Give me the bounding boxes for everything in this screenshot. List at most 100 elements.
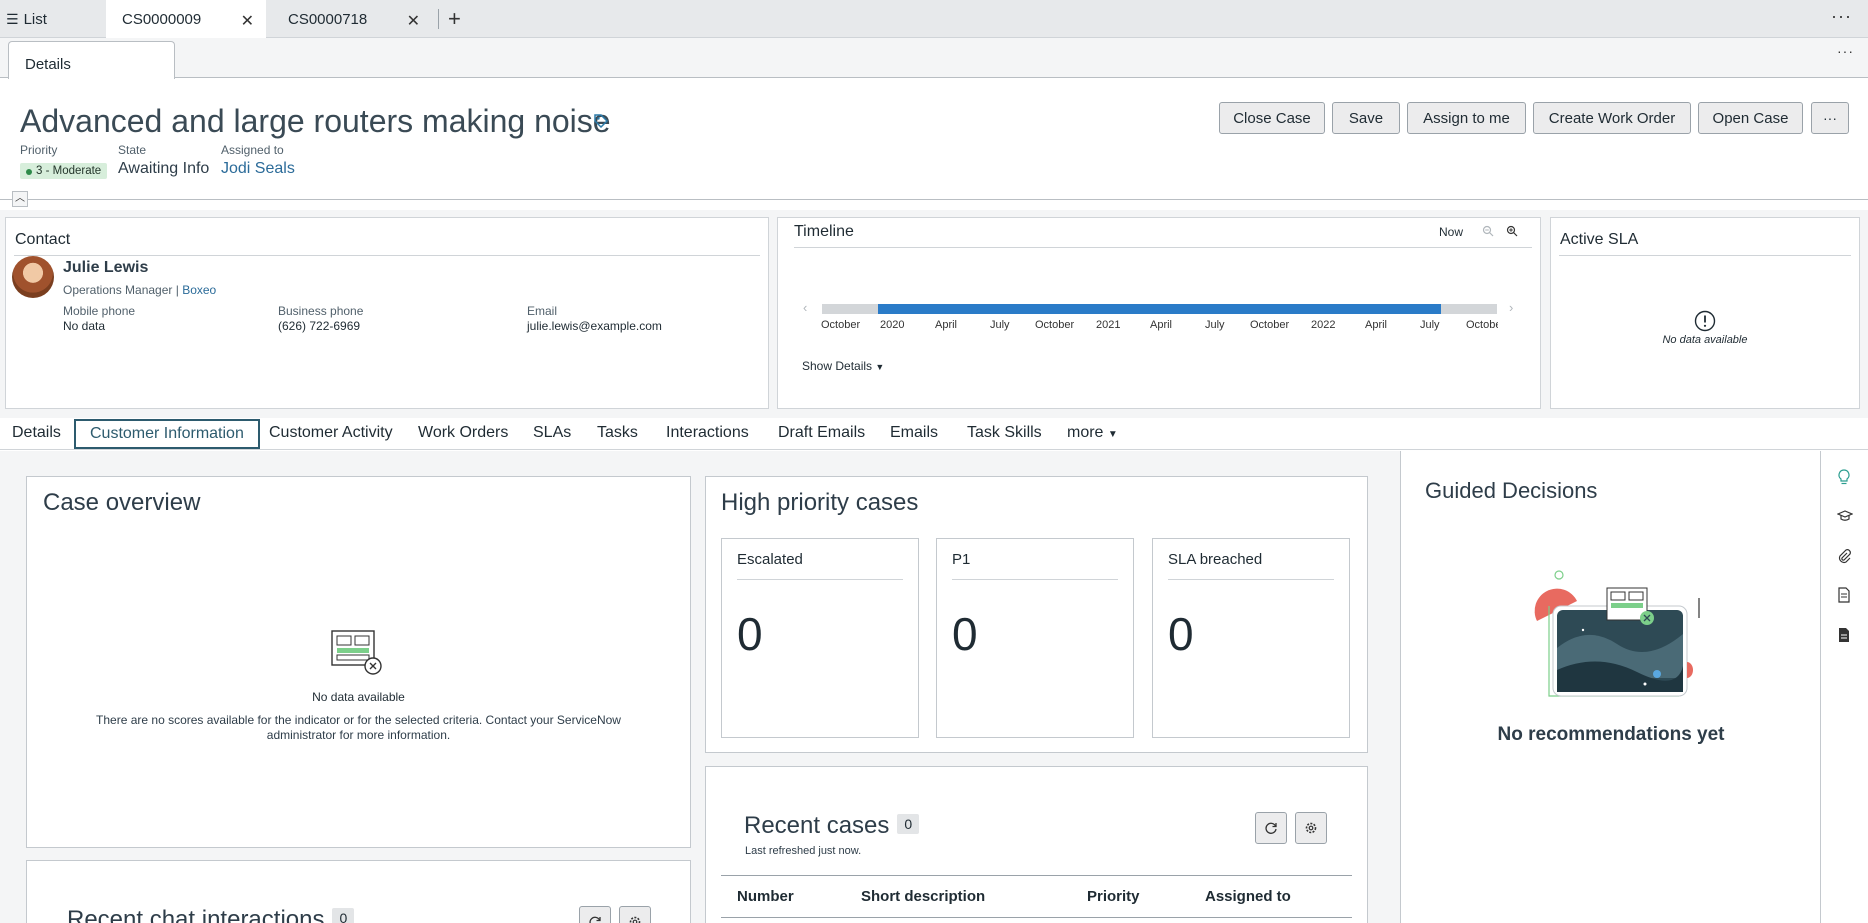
timeline-range[interactable] xyxy=(878,304,1441,314)
tab-slas[interactable]: SLAs xyxy=(533,424,571,442)
tab-emails[interactable]: Emails xyxy=(890,424,938,442)
timeline-now-button[interactable]: Now xyxy=(1439,225,1463,239)
no-recommendations-text: No recommendations yet xyxy=(1497,724,1725,745)
avatar[interactable] xyxy=(12,256,54,298)
contact-role-text: Operations Manager xyxy=(63,283,173,297)
more-options-icon[interactable]: ··· xyxy=(1837,43,1854,59)
create-work-order-button[interactable]: Create Work Order xyxy=(1533,102,1691,134)
tag-icon[interactable] xyxy=(593,113,609,129)
tab-more[interactable]: more ▼ xyxy=(1067,424,1118,442)
tab-customer-activity[interactable]: Customer Activity xyxy=(269,424,393,442)
timeline-tick: April xyxy=(1365,319,1388,331)
refresh-button[interactable] xyxy=(579,906,611,923)
document-icon[interactable] xyxy=(1837,587,1851,603)
tab-list[interactable]: ☰ List xyxy=(6,0,106,38)
table-divider xyxy=(721,917,1352,918)
timeline-tick: July xyxy=(1205,319,1225,331)
list-icon: ☰ xyxy=(6,10,19,27)
assigned-label: Assigned to xyxy=(221,143,284,157)
tab-case-1[interactable]: CS0000009 ✕ xyxy=(106,0,266,38)
state-value: Awaiting Info xyxy=(118,160,210,177)
metric-divider xyxy=(737,579,903,580)
close-case-button[interactable]: Close Case xyxy=(1219,102,1325,134)
chevron-right-icon[interactable]: › xyxy=(1509,300,1513,315)
recent-chat-title-text: Recent chat interactions xyxy=(67,906,325,923)
no-data-icon xyxy=(331,630,382,675)
timeline-tick: April xyxy=(1150,319,1173,331)
timeline-tick: 2022 xyxy=(1311,319,1336,331)
company-link[interactable]: Boxeo xyxy=(182,283,216,297)
tab-customer-information[interactable]: Customer Information xyxy=(74,419,260,449)
sub-tab-bar: Details ··· xyxy=(0,38,1868,79)
metric-escalated[interactable]: Escalated 0 xyxy=(721,538,919,738)
business-phone-label: Business phone xyxy=(278,304,364,318)
tab-list-label: List xyxy=(23,10,47,28)
guided-decisions-title: Guided Decisions xyxy=(1425,478,1598,503)
file-icon[interactable] xyxy=(1837,627,1851,643)
refresh-icon xyxy=(1265,822,1277,834)
contact-name[interactable]: Julie Lewis xyxy=(63,259,148,277)
column-header-number[interactable]: Number xyxy=(737,888,794,905)
count-badge: 0 xyxy=(332,908,355,923)
timeline-tick: October xyxy=(821,319,861,331)
chevron-left-icon[interactable]: ‹ xyxy=(803,300,807,315)
paperclip-icon[interactable] xyxy=(1837,548,1851,564)
lightbulb-icon[interactable] xyxy=(1837,469,1851,485)
save-button[interactable]: Save xyxy=(1332,102,1400,134)
tab-tasks[interactable]: Tasks xyxy=(597,424,638,442)
timeline-tick: October xyxy=(1250,319,1290,331)
gear-icon xyxy=(1305,822,1317,834)
column-header-assigned-to[interactable]: Assigned to xyxy=(1205,888,1291,905)
state-label: State xyxy=(118,143,147,157)
column-header-priority[interactable]: Priority xyxy=(1087,888,1140,905)
case-overview-title: Case overview xyxy=(43,489,201,516)
contact-role: Operations Manager | Boxeo xyxy=(63,283,217,297)
high-priority-title: High priority cases xyxy=(721,489,919,516)
timeline-tick: Octobe xyxy=(1466,319,1498,331)
refresh-button[interactable] xyxy=(1255,812,1287,844)
open-case-button[interactable]: Open Case xyxy=(1698,102,1803,134)
add-tab-icon[interactable]: + xyxy=(448,6,461,32)
settings-button[interactable] xyxy=(619,906,651,923)
settings-button[interactable] xyxy=(1295,812,1327,844)
assign-to-me-button[interactable]: Assign to me xyxy=(1407,102,1526,134)
timeline-tick: October xyxy=(1035,319,1075,331)
mobile-label: Mobile phone xyxy=(63,304,136,318)
more-actions-button[interactable]: ··· xyxy=(1811,102,1849,134)
column-header-short-description[interactable]: Short description xyxy=(861,888,985,905)
caret-down-icon: ▼ xyxy=(1107,429,1118,440)
business-phone-link[interactable]: (626) 722-6969 xyxy=(278,319,360,333)
close-icon[interactable]: ✕ xyxy=(407,11,420,31)
email-label: Email xyxy=(527,304,558,318)
metric-p1[interactable]: P1 0 xyxy=(936,538,1134,738)
timeline-tick: 2020 xyxy=(880,319,905,331)
email-link[interactable]: julie.lewis@example.com xyxy=(527,319,662,333)
no-data-text: There are no scores available for the in… xyxy=(96,713,621,742)
metric-sla-breached[interactable]: SLA breached 0 xyxy=(1152,538,1350,738)
recent-cases-title: Recent cases 0 xyxy=(744,812,920,840)
card-divider xyxy=(14,255,760,256)
metric-divider xyxy=(1168,579,1334,580)
sla-title: Active SLA xyxy=(1560,231,1639,248)
tab-draft-emails[interactable]: Draft Emails xyxy=(778,424,865,442)
collapse-icon[interactable]: ︿ xyxy=(12,191,28,207)
tab-task-skills[interactable]: Task Skills xyxy=(967,424,1042,442)
tab-details[interactable]: Details xyxy=(8,41,175,79)
tab-work-orders[interactable]: Work Orders xyxy=(418,424,508,442)
assigned-to-link[interactable]: Jodi Seals xyxy=(221,160,295,178)
tab-more-label: more xyxy=(1067,424,1104,441)
zoom-in-icon[interactable] xyxy=(1506,225,1518,237)
show-details-label: Show Details xyxy=(802,359,873,373)
zoom-out-icon[interactable] xyxy=(1482,225,1494,237)
gear-icon xyxy=(629,916,641,923)
graduation-cap-icon[interactable] xyxy=(1837,509,1853,523)
tab-case-2[interactable]: CS0000718 ✕ xyxy=(272,0,432,38)
show-details-button[interactable]: Show Details ▼ xyxy=(802,359,884,373)
timeline-tick: 2021 xyxy=(1096,319,1121,331)
priority-label: Priority xyxy=(20,143,58,157)
tab-details[interactable]: Details xyxy=(12,424,61,442)
tab-divider xyxy=(438,9,439,29)
close-icon[interactable]: ✕ xyxy=(241,11,254,31)
tab-interactions[interactable]: Interactions xyxy=(666,424,749,442)
more-options-icon[interactable]: ··· xyxy=(1831,6,1852,27)
